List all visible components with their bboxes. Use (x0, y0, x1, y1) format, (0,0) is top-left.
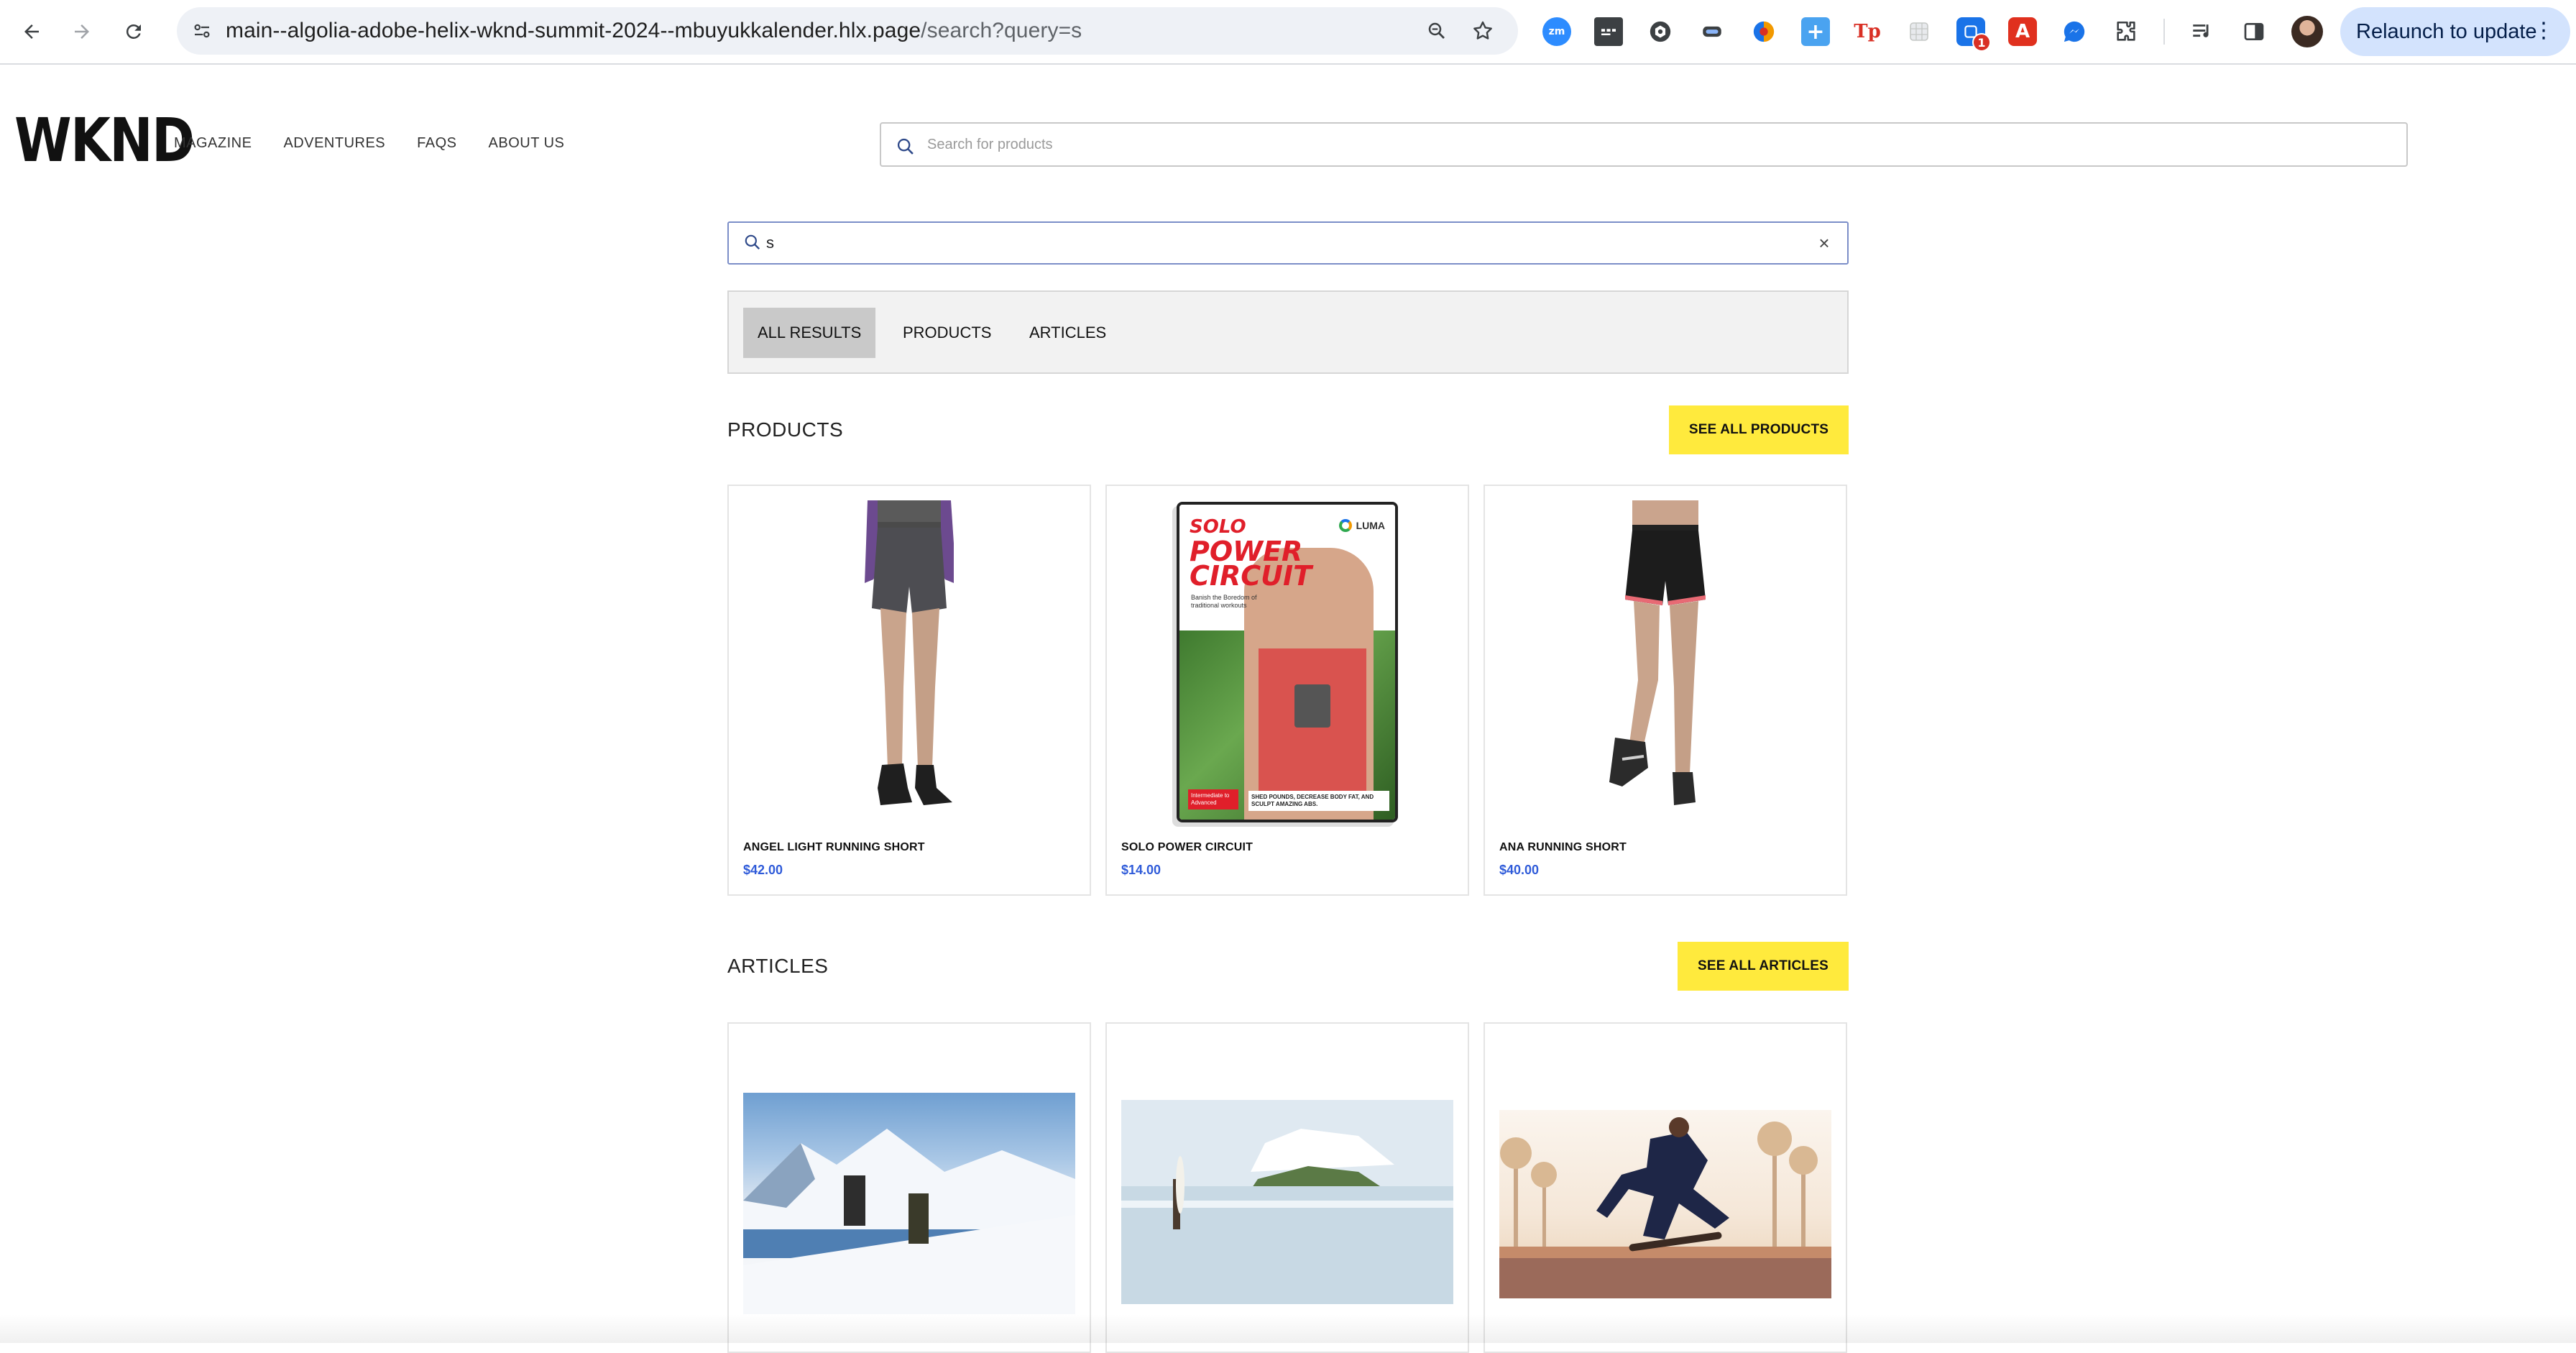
see-all-products-button[interactable]: SEE ALL PRODUCTS (1669, 405, 1849, 454)
zoom-icon[interactable]: zm (1542, 17, 1571, 46)
product-name[interactable]: SOLO POWER CIRCUIT (1121, 841, 1253, 854)
nav-item-adventures[interactable]: ADVENTURES (283, 135, 385, 152)
product-name[interactable]: ANGEL LIGHT RUNNING SHORT (743, 841, 925, 854)
product-price: $40.00 (1499, 863, 1540, 877)
product-card[interactable]: ANA RUNNING SHORT $40.00 (1484, 485, 1847, 896)
product-card[interactable]: SOLO POWER CIRCUIT Banish the Boredom of… (1105, 485, 1469, 896)
header-search-input[interactable] (927, 124, 2350, 165)
media-controls-icon[interactable] (2188, 17, 2217, 46)
articles-section-title: ARTICLES (727, 955, 829, 977)
reload-icon (126, 24, 141, 39)
nav-item-about-us[interactable]: ABOUT US (489, 135, 565, 152)
address-bar[interactable]: main--algolia-adobe-helix-wknd-summit-20… (177, 7, 1518, 55)
site-info-icon[interactable] (188, 17, 216, 45)
profile-avatar[interactable] (2291, 16, 2323, 47)
forward-button[interactable] (65, 14, 99, 49)
dvd-bottom-text: SHED POUNDS, DECREASE BODY FAT, AND SCUL… (1248, 791, 1389, 811)
dvd-cover: SOLO POWER CIRCUIT Banish the Boredom of… (1177, 502, 1398, 822)
bookmark-star-icon[interactable] (1469, 17, 1496, 45)
url-text: main--algolia-adobe-helix-wknd-summit-20… (226, 7, 1082, 55)
acrobat-icon[interactable]: A (2008, 17, 2037, 46)
luma-logo-icon (1338, 519, 1352, 532)
reload-button[interactable] (116, 14, 151, 49)
browser-toolbar: main--algolia-adobe-helix-wknd-summit-20… (0, 0, 2576, 65)
product-name[interactable]: ANA RUNNING SHORT (1499, 841, 1627, 854)
arrow-left-icon (24, 24, 39, 39)
nav-item-faqs[interactable]: FAQS (417, 135, 456, 152)
result-tabs: ALL RESULTS PRODUCTS ARTICLES (727, 290, 1849, 374)
extension-count-badge: 1 (1972, 33, 1991, 52)
url-host: main--algolia-adobe-helix-wknd-summit-20… (226, 19, 921, 42)
tab-products[interactable]: PRODUCTS (888, 308, 1006, 358)
toolbar-divider (2163, 19, 2165, 45)
main-navigation: MAGAZINE ADVENTURES FAQS ABOUT US (174, 135, 596, 152)
luma-logo: LUMA (1338, 519, 1385, 532)
product-image[interactable] (743, 500, 1075, 824)
product-image[interactable]: SOLO POWER CIRCUIT Banish the Boredom of… (1121, 500, 1453, 824)
article-image[interactable] (1499, 1110, 1831, 1298)
dvd-tagline: Banish the Boredom of traditional workou… (1191, 594, 1257, 609)
product-image[interactable] (1499, 500, 1831, 824)
see-all-articles-button[interactable]: SEE ALL ARTICLES (1678, 942, 1849, 991)
tab-all-results[interactable]: ALL RESULTS (743, 308, 876, 358)
dvd-title: SOLO POWER CIRCUIT (1190, 516, 1312, 592)
tab-articles[interactable]: ARTICLES (1015, 308, 1121, 358)
search-query-box: × (727, 221, 1849, 265)
search-icon (745, 234, 760, 250)
badge-extension-icon[interactable]: 1 (1956, 17, 1991, 52)
header-search-box (880, 122, 2408, 167)
article-image[interactable] (743, 1093, 1075, 1314)
zoom-magnifier-icon[interactable] (1423, 17, 1450, 45)
article-card[interactable] (1105, 1022, 1469, 1353)
tp-icon[interactable]: Tp (1853, 17, 1882, 46)
product-card[interactable]: ANGEL LIGHT RUNNING SHORT $42.00 (727, 485, 1091, 896)
plus-icon[interactable]: + (1801, 17, 1830, 46)
arrow-right-icon (75, 24, 89, 39)
puzzle-icon[interactable] (2112, 17, 2140, 46)
color-wheel-icon[interactable] (1749, 17, 1778, 46)
clear-search-icon[interactable]: × (1814, 232, 1834, 254)
article-card[interactable] (1484, 1022, 1847, 1353)
url-path: /search?query=s (921, 19, 1082, 42)
kebab-menu-icon: ⋮ (2533, 19, 2554, 42)
back-button[interactable] (14, 14, 49, 49)
relaunch-label: Relaunch to update (2356, 19, 2537, 43)
site-logo[interactable]: WKND (14, 108, 195, 173)
products-section-title: PRODUCTS (727, 418, 844, 441)
relaunch-to-update-button[interactable]: Relaunch to update ⋮ (2340, 7, 2570, 56)
search-query-input[interactable] (766, 223, 1794, 263)
product-price: $14.00 (1121, 863, 1162, 877)
article-card[interactable] (727, 1022, 1091, 1353)
messenger-icon[interactable] (2060, 17, 2089, 46)
article-image[interactable] (1121, 1100, 1453, 1304)
shield-icon[interactable] (1646, 17, 1675, 46)
product-price: $42.00 (743, 863, 783, 877)
notes-icon[interactable] (1594, 17, 1623, 46)
search-icon (897, 138, 914, 155)
dvd-level-label: Intermediate to Advanced (1188, 789, 1238, 809)
grid-icon[interactable] (1905, 17, 1933, 46)
nav-item-magazine[interactable]: MAGAZINE (174, 135, 252, 152)
gamepad-icon[interactable] (1698, 17, 1726, 46)
side-panel-icon[interactable] (2240, 17, 2268, 46)
